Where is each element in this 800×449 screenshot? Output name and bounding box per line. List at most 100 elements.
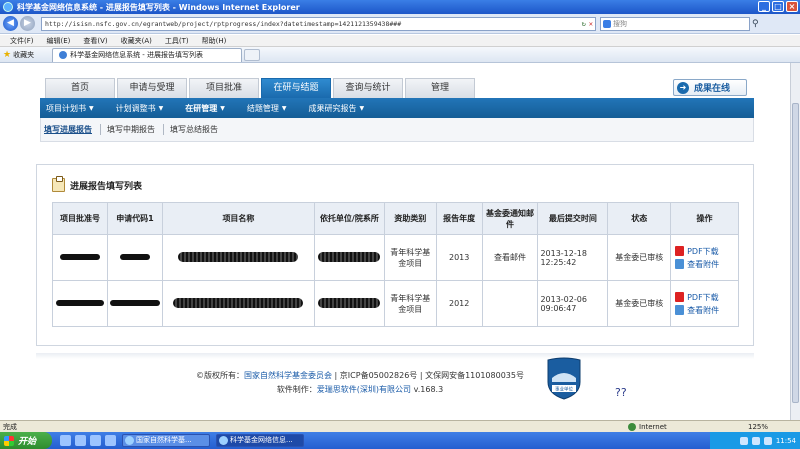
cell-category: 青年科学基金项目 bbox=[383, 280, 437, 327]
panel-title-text: 进展报告填写列表 bbox=[70, 181, 143, 192]
arrow-right-icon: ➜ bbox=[677, 81, 689, 94]
link-progress-report[interactable]: 填写进展报告 bbox=[44, 124, 101, 135]
link-midterm-report[interactable]: 填写中期报告 bbox=[107, 124, 164, 135]
vendor-link[interactable]: 爱瑞思软件(深圳)有限公司 bbox=[317, 385, 411, 394]
page-scrollbar[interactable] bbox=[790, 63, 800, 420]
close-button[interactable]: × bbox=[786, 1, 798, 12]
menu-file[interactable]: 文件(F) bbox=[10, 36, 34, 46]
col-header: 状态 bbox=[607, 202, 672, 235]
link-final-report[interactable]: 填写总结报告 bbox=[170, 124, 226, 135]
taskbar-item[interactable]: 国家自然科学基... bbox=[122, 434, 210, 447]
col-header: 依托单位/院系所 bbox=[313, 202, 385, 235]
subnav-plan[interactable]: 项目计划书 ▼ bbox=[46, 103, 94, 114]
quick-launch-icon[interactable] bbox=[75, 435, 86, 446]
tab-query[interactable]: 查询与统计 bbox=[333, 78, 403, 98]
window-titlebar: 科学基金网络信息系统 - 进展报告填写列表 - Windows Internet… bbox=[0, 0, 800, 14]
tab-home[interactable]: 首页 bbox=[45, 78, 115, 98]
menu-tools[interactable]: 工具(T) bbox=[165, 36, 189, 46]
tab-in-research[interactable]: 在研与结题 bbox=[261, 78, 331, 98]
caret-down-icon: ▼ bbox=[158, 104, 164, 112]
attachment-icon bbox=[675, 259, 685, 269]
address-text: http://isisn.nsfc.gov.cn/egrantweb/proje… bbox=[45, 19, 402, 28]
menu-edit[interactable]: 编辑(E) bbox=[47, 36, 71, 46]
favorites-button[interactable]: 收藏夹 bbox=[13, 50, 34, 60]
pdf-icon bbox=[675, 246, 685, 256]
quick-launch-icon[interactable] bbox=[60, 435, 71, 446]
minimize-button[interactable]: _ bbox=[758, 1, 770, 12]
redacted-institution bbox=[313, 280, 385, 327]
caret-down-icon: ▼ bbox=[89, 104, 94, 112]
address-toolbar: ◀ ▶ http://isisn.nsfc.gov.cn/egrantweb/p… bbox=[0, 14, 800, 34]
sub-sub-nav: 填写进展报告 填写中期报告 填写总结报告 bbox=[40, 118, 754, 142]
cell-mail-empty bbox=[481, 280, 539, 327]
view-mail-link[interactable]: 查看邮件 bbox=[481, 234, 539, 281]
zoom-level[interactable]: 125% bbox=[748, 423, 768, 431]
menu-favorites[interactable]: 收藏夹(A) bbox=[121, 36, 152, 46]
table-row: 青年科学基金项目 2013 查看邮件 2013-12-18 12:25:42 基… bbox=[52, 234, 739, 281]
redacted-project-name bbox=[161, 234, 315, 281]
clipboard-icon bbox=[52, 176, 65, 192]
browser-tab[interactable]: 科学基金网络信息系统 - 进展报告填写列表 bbox=[52, 47, 243, 62]
col-header: 基金委通知邮件 bbox=[481, 202, 539, 235]
subnav-results-report[interactable]: 成果研究报告 ▼ bbox=[309, 103, 365, 114]
quick-launch-icon[interactable] bbox=[90, 435, 101, 446]
start-button[interactable]: 开始 bbox=[0, 432, 52, 449]
view-attachment-link[interactable]: 查看附件 bbox=[675, 305, 736, 316]
tray-icon[interactable] bbox=[751, 436, 760, 445]
refresh-icon[interactable]: ↻ bbox=[582, 20, 586, 28]
panel-title: 进展报告填写列表 bbox=[52, 176, 143, 192]
view-attachment-link[interactable]: 查看附件 bbox=[675, 259, 736, 270]
globe-icon bbox=[628, 422, 636, 431]
subnav-conclusion[interactable]: 结题管理 ▼ bbox=[247, 103, 287, 114]
cell-ops: PDF下载 查看附件 bbox=[670, 234, 739, 281]
scrollbar-thumb[interactable] bbox=[792, 103, 799, 403]
menu-bar: 文件(F) 编辑(E) 查看(V) 收藏夹(A) 工具(T) 帮助(H) bbox=[0, 35, 800, 47]
tab-approval[interactable]: 项目批准 bbox=[189, 78, 259, 98]
footer: ©版权所有：国家自然科学基金委员会 | 京ICP备05002826号 | 文保网… bbox=[180, 369, 540, 397]
ie-icon bbox=[3, 2, 13, 12]
stop-icon[interactable]: ✕ bbox=[589, 20, 593, 28]
institution-badge-icon: 事业单位 bbox=[547, 357, 581, 400]
footer-software: 软件制作：爱瑞思软件(深圳)有限公司 v.168.3 bbox=[276, 385, 444, 394]
redacted-project-name bbox=[161, 280, 315, 327]
page-content: 首页 申请与受理 项目批准 在研与结题 查询与统计 管理 ➜ 成果在线 项目计划… bbox=[0, 63, 790, 420]
pdf-download-link[interactable]: PDF下载 bbox=[675, 246, 736, 257]
search-input[interactable]: 搜狗 bbox=[600, 16, 750, 31]
forward-button[interactable]: ▶ bbox=[20, 16, 35, 31]
star-icon[interactable]: ★ bbox=[3, 50, 11, 60]
col-header: 项目名称 bbox=[161, 202, 315, 235]
quick-launch-icon[interactable] bbox=[105, 435, 116, 446]
col-header: 申请代码1 bbox=[106, 202, 163, 235]
menu-help[interactable]: 帮助(H) bbox=[202, 36, 227, 46]
col-header: 操作 bbox=[670, 202, 739, 235]
back-button[interactable]: ◀ bbox=[3, 16, 18, 31]
address-bar[interactable]: http://isisn.nsfc.gov.cn/egrantweb/proje… bbox=[41, 16, 596, 31]
taskbar: 开始 国家自然科学基... 科学基金网络信息... 11:54 bbox=[0, 432, 800, 449]
quick-launch bbox=[60, 435, 116, 446]
tray-icon[interactable] bbox=[739, 436, 748, 445]
taskbar-item-active[interactable]: 科学基金网络信息... bbox=[216, 434, 304, 447]
tab-application[interactable]: 申请与受理 bbox=[117, 78, 187, 98]
search-icon[interactable]: ⚲ bbox=[752, 19, 759, 29]
subnav-research-manage[interactable]: 在研管理 ▼ bbox=[185, 103, 225, 114]
nsfc-link[interactable]: 国家自然科学基金委员会 bbox=[244, 371, 332, 380]
caret-down-icon: ▼ bbox=[281, 104, 287, 112]
cell-submit-time: 2013-12-18 12:25:42 bbox=[537, 234, 609, 281]
subnav-adjust[interactable]: 计划调整书 ▼ bbox=[116, 103, 164, 114]
tray-icon[interactable] bbox=[763, 436, 772, 445]
system-tray: 11:54 bbox=[710, 432, 800, 449]
col-header: 资助类别 bbox=[383, 202, 437, 235]
clock: 11:54 bbox=[775, 436, 796, 445]
new-tab-button[interactable] bbox=[244, 48, 261, 61]
favorites-bar: ★ 收藏夹 科学基金网络信息系统 - 进展报告填写列表 bbox=[0, 47, 800, 63]
cell-year: 2012 bbox=[435, 280, 483, 327]
report-table: 项目批准号 申请代码1 项目名称 依托单位/院系所 资助类别 报告年度 基金委通… bbox=[52, 202, 739, 327]
cell-submit-time: 2013-02-06 09:06:47 bbox=[537, 280, 609, 327]
achievements-online-button[interactable]: ➜ 成果在线 bbox=[673, 79, 747, 96]
sub-nav: 项目计划书 ▼ 计划调整书 ▼ 在研管理 ▼ 结题管理 ▼ 成果研究报告 ▼ bbox=[40, 98, 754, 118]
maximize-button[interactable]: □ bbox=[772, 1, 784, 12]
tab-manage[interactable]: 管理 bbox=[405, 78, 475, 98]
menu-view[interactable]: 查看(V) bbox=[83, 36, 107, 46]
pdf-download-link[interactable]: PDF下载 bbox=[675, 292, 736, 303]
cell-year: 2013 bbox=[435, 234, 483, 281]
